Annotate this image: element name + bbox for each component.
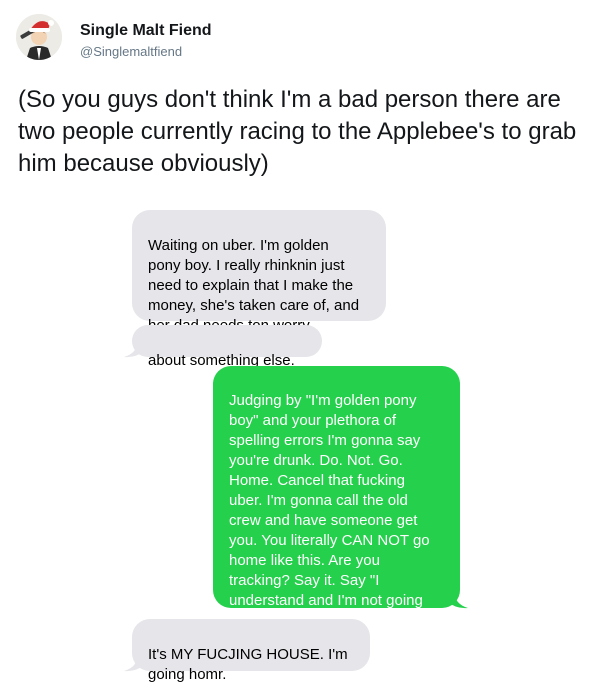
received-bubble-tail [124, 653, 144, 672]
tweet-text: (So you guys don't think I'm a bad perso… [18, 86, 577, 177]
sent-bubble-tail [448, 590, 468, 609]
message-text: Waiting on uber. I'm golden pony boy. I … [148, 237, 360, 334]
received-message: about something else. [132, 325, 322, 369]
message-text: Judging by "I'm golden pony boy" and you… [229, 392, 430, 629]
message-text: It's MY FUCJING HOUSE. I'm going homr. [148, 646, 348, 683]
avatar-image [16, 14, 62, 60]
received-bubble-tail [124, 339, 144, 358]
author-handle[interactable]: @Singlemaltfiend [80, 44, 182, 59]
received-message: It's MY FUCJING HOUSE. I'm going homr. [132, 619, 370, 683]
author-name[interactable]: Single Malt Fiend [80, 22, 212, 40]
sent-message: Judging by "I'm golden pony boy" and you… [213, 366, 460, 629]
avatar[interactable] [16, 14, 62, 60]
received-message: Waiting on uber. I'm golden pony boy. I … [132, 210, 386, 334]
